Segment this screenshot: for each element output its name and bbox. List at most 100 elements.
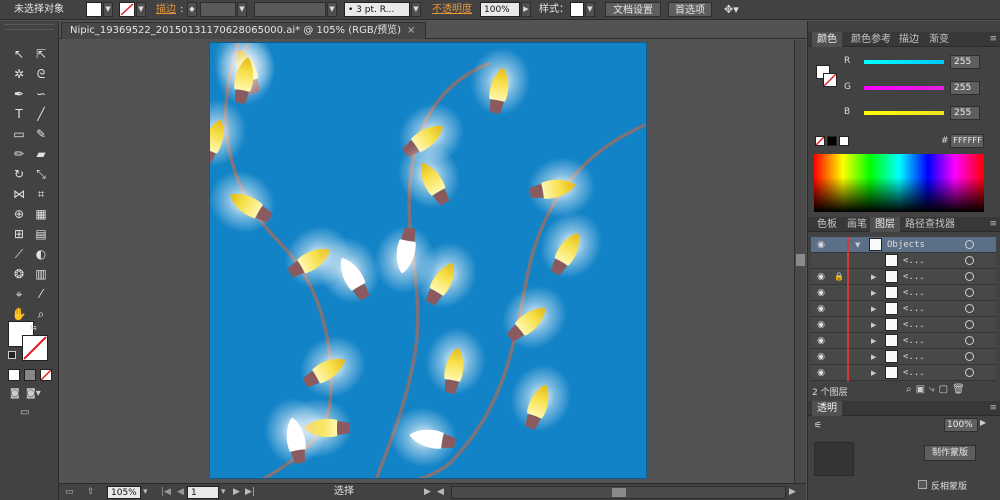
slice-tool-icon[interactable]: ⁄ xyxy=(32,285,50,303)
lock-icon[interactable]: 🔒 xyxy=(833,271,845,283)
first-artboard-icon[interactable]: |◀ xyxy=(161,486,171,499)
screen-mode-icon[interactable]: ▭ xyxy=(20,407,38,419)
make-mask-button[interactable]: 制作蒙版 xyxy=(924,445,976,461)
blend-mode-icon[interactable]: ⚟ xyxy=(814,421,844,433)
layer-target-icon[interactable] xyxy=(965,272,974,281)
tab-color[interactable]: 颜色 xyxy=(812,32,842,47)
stroke-dropdown-arrow[interactable]: ▼ xyxy=(136,2,146,17)
last-artboard-icon[interactable]: ▶| xyxy=(245,486,255,499)
layer-target-icon[interactable] xyxy=(965,336,974,345)
expand-triangle-icon[interactable]: ▶ xyxy=(871,287,876,299)
delete-layer-icon[interactable]: 🗑 xyxy=(952,384,969,395)
visibility-eye-icon[interactable]: ◉ xyxy=(814,335,828,347)
blend-tool-icon[interactable]: ◐ xyxy=(32,245,50,263)
fill-swatch[interactable] xyxy=(86,2,102,17)
artboard[interactable] xyxy=(209,42,647,479)
layer-row[interactable]: ◉ ▶ <... xyxy=(811,333,996,349)
pen-tool-icon[interactable]: ✒ xyxy=(10,85,28,103)
opacity-input[interactable]: 100% xyxy=(480,2,520,17)
scale-tool-icon[interactable]: ⤡ xyxy=(32,165,50,183)
green-channel-slider[interactable] xyxy=(864,86,944,90)
horizontal-scroll-thumb[interactable] xyxy=(612,488,626,497)
layer-row[interactable]: <... xyxy=(811,253,996,269)
layer-target-icon[interactable] xyxy=(965,368,974,377)
blue-channel-value[interactable]: 255 xyxy=(950,106,980,120)
expand-triangle-icon[interactable]: ▼ xyxy=(855,239,860,251)
gradient-tool-icon[interactable]: ▤ xyxy=(32,225,50,243)
arrange-documents-icon[interactable]: ✥▾ xyxy=(724,2,746,17)
horizontal-scrollbar[interactable] xyxy=(451,486,786,499)
zoom-dropdown-arrow[interactable]: ▾ xyxy=(143,486,153,499)
artboard-dropdown-arrow[interactable]: ▾ xyxy=(221,486,226,499)
document-tab[interactable]: Nipic_19369522_20150131170628065000.ai* … xyxy=(61,22,427,39)
layer-row[interactable]: ◉ 🔒 ▶ <... xyxy=(811,269,996,285)
layer-row[interactable]: ◉ ▶ <... xyxy=(811,365,996,381)
layer-row[interactable]: ◉ ▶ <... xyxy=(811,317,996,333)
artboard-navigation-icon[interactable]: ▭ xyxy=(65,486,79,499)
color-spectrum[interactable] xyxy=(814,154,984,212)
swap-fill-stroke-icon[interactable]: ⇆ xyxy=(30,323,40,333)
rectangle-tool-icon[interactable]: ▭ xyxy=(10,125,28,143)
selection-tool-icon[interactable]: ↖ xyxy=(10,45,28,63)
stroke-weight-input[interactable] xyxy=(200,2,236,17)
layer-target-icon[interactable] xyxy=(965,304,974,313)
column-graph-tool-icon[interactable]: ▥ xyxy=(32,265,50,283)
tools-panel-grip[interactable] xyxy=(4,24,54,30)
red-channel-slider[interactable] xyxy=(864,60,944,64)
variable-width-dropdown[interactable]: ▼ xyxy=(327,2,337,17)
invert-mask-checkbox[interactable] xyxy=(918,480,927,489)
expand-triangle-icon[interactable]: ▶ xyxy=(871,319,876,331)
color-stroke-swatch[interactable] xyxy=(823,73,837,87)
new-layer-icon[interactable]: ▢ xyxy=(939,384,952,395)
tab-transparency[interactable]: 透明 xyxy=(812,401,842,416)
white-color-swatch[interactable] xyxy=(839,136,849,146)
draw-normal-icon[interactable]: ◙ xyxy=(10,388,24,400)
visibility-eye-icon[interactable]: ◉ xyxy=(814,303,828,315)
stroke-weight-stepper[interactable]: ◆ xyxy=(187,2,197,17)
layer-target-icon[interactable] xyxy=(965,320,974,329)
layer-target-icon[interactable] xyxy=(965,256,974,265)
vertical-scroll-thumb[interactable] xyxy=(796,254,805,266)
shape-builder-tool-icon[interactable]: ⊕ xyxy=(10,205,28,223)
none-mode-icon[interactable] xyxy=(40,369,52,381)
layers-panel-menu-icon[interactable]: ≡ xyxy=(989,219,997,229)
eyedropper-tool-icon[interactable]: ⟋ xyxy=(10,245,28,263)
width-tool-icon[interactable]: ⋈ xyxy=(10,185,28,203)
tab-swatches[interactable]: 色板 xyxy=(812,217,842,232)
brush-definition-dropdown[interactable]: ▼ xyxy=(411,2,421,17)
black-color-swatch[interactable] xyxy=(827,136,837,146)
layer-row[interactable]: ◉ ▶ <... xyxy=(811,349,996,365)
artboard-number-field[interactable]: 1 xyxy=(187,486,219,499)
color-panel-menu-icon[interactable]: ≡ xyxy=(989,34,997,44)
opacity-arrow[interactable]: ▶ xyxy=(980,418,986,427)
stroke-swatch[interactable] xyxy=(119,2,135,17)
tab-gradient[interactable]: 渐变 xyxy=(924,32,954,47)
expand-triangle-icon[interactable]: ▶ xyxy=(871,335,876,347)
previous-artboard-icon[interactable]: ◀ xyxy=(177,486,184,499)
scroll-left-icon[interactable]: ◀ xyxy=(437,486,444,499)
color-mode-icon[interactable] xyxy=(8,369,20,381)
blue-channel-slider[interactable] xyxy=(864,111,944,115)
opacity-dropdown[interactable]: ▶ xyxy=(521,2,531,17)
layer-row-objects[interactable]: ◉ ▼ Objects xyxy=(811,237,996,253)
default-colors-icon[interactable] xyxy=(8,351,16,359)
locate-object-icon[interactable]: ⌕ xyxy=(906,384,916,395)
status-menu-arrow[interactable]: ▶ xyxy=(424,486,431,499)
share-icon[interactable]: ⇪ xyxy=(87,486,101,499)
canvas-area[interactable] xyxy=(59,40,794,483)
visibility-eye-icon[interactable]: ◉ xyxy=(814,239,828,251)
opacity-panel-link[interactable]: 不透明度 xyxy=(432,2,472,17)
tab-stroke[interactable]: 描边 xyxy=(894,32,924,47)
vertical-scrollbar[interactable] xyxy=(794,40,806,483)
tab-color-guide[interactable]: 颜色参考 xyxy=(846,32,896,47)
red-channel-value[interactable]: 255 xyxy=(950,55,980,69)
document-setup-button[interactable]: 文档设置 xyxy=(605,2,661,17)
layer-row[interactable]: ◉ ▶ <... xyxy=(811,285,996,301)
layer-target-icon[interactable] xyxy=(965,288,974,297)
expand-triangle-icon[interactable]: ▶ xyxy=(871,351,876,363)
close-document-icon[interactable]: × xyxy=(407,25,415,36)
paintbrush-tool-icon[interactable]: ✎ xyxy=(32,125,50,143)
symbol-sprayer-tool-icon[interactable]: ❂ xyxy=(10,265,28,283)
green-channel-value[interactable]: 255 xyxy=(950,81,980,95)
preferences-button[interactable]: 首选项 xyxy=(668,2,712,17)
